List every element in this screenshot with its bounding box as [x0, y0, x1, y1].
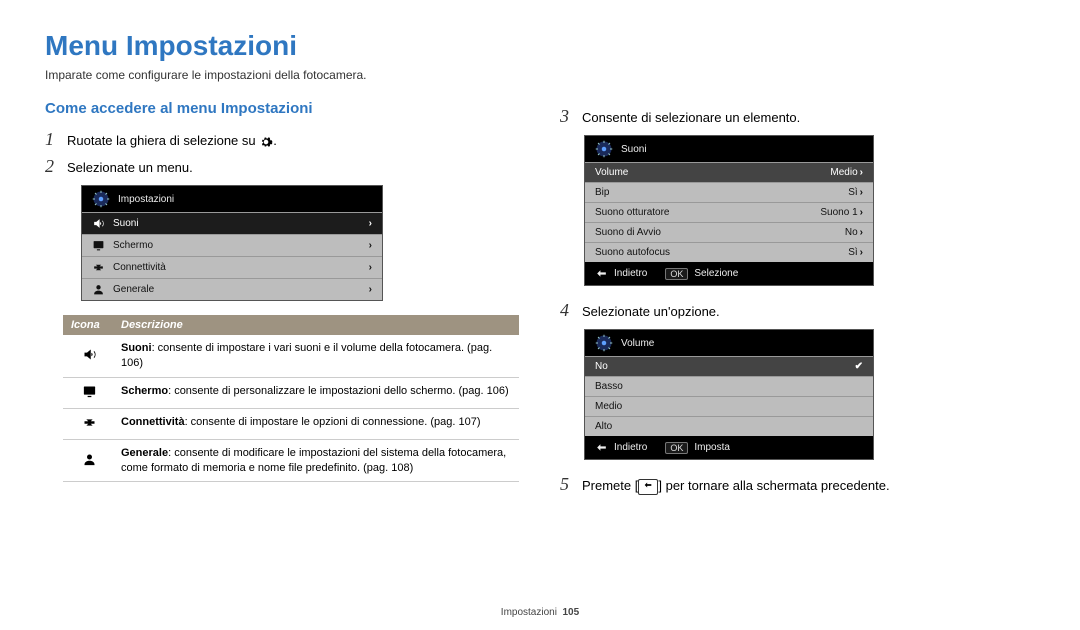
chevron-right-icon: ›: [860, 247, 863, 258]
mode-dial-icon: [595, 334, 613, 352]
connectivity-icon: [82, 415, 95, 428]
cam1-row-schermo: Schermo ›: [82, 234, 382, 256]
camera-screen-sounds: Suoni Volume Medio› Bip Sì› Suono ottura…: [584, 135, 874, 286]
cam1-row-generale: Generale ›: [82, 278, 382, 300]
icon-description-table: Icona Descrizione Suoni: consente di imp…: [63, 315, 519, 482]
back-icon: [595, 441, 608, 454]
page-intro: Imparate come configurare le impostazion…: [45, 68, 1035, 82]
cam3-row-alto: Alto: [585, 416, 873, 436]
cam2-row-avvio: Suono di Avvio No›: [585, 222, 873, 242]
cam2-title: Suoni: [621, 144, 647, 155]
mode-dial-icon: [595, 140, 613, 158]
step-1: 1 Ruotate la ghiera di selezione su .: [45, 129, 520, 150]
gear-icon: [259, 135, 273, 149]
step-4: 4 Selezionate un'opzione.: [560, 300, 1035, 321]
table-row: Generale: consente di modificare le impo…: [63, 439, 519, 482]
page-footer: Impostazioni 105: [0, 607, 1080, 618]
chevron-right-icon: ›: [369, 284, 372, 295]
th-descrizione: Descrizione: [113, 315, 519, 335]
screen-icon: [92, 239, 105, 252]
back-icon: [595, 267, 608, 280]
cam-ok: OKImposta: [665, 441, 730, 454]
table-row: Schermo: consente di personalizzare le i…: [63, 378, 519, 409]
cam-back: Indietro: [595, 267, 647, 280]
back-icon: [638, 479, 658, 495]
cam2-row-volume: Volume Medio›: [585, 162, 873, 182]
step-5: 5 Premete [] per tornare alla schermata …: [560, 474, 1035, 495]
mode-dial-icon: [92, 190, 110, 208]
chevron-right-icon: ›: [369, 218, 372, 229]
sound-icon: [82, 347, 95, 360]
chevron-right-icon: ›: [860, 227, 863, 238]
step-2: 2 Selezionate un menu.: [45, 156, 520, 177]
section-heading: Come accedere al menu Impostazioni: [45, 100, 520, 117]
table-row: Connettività: consente di impostare le o…: [63, 408, 519, 439]
chevron-right-icon: ›: [860, 187, 863, 198]
cam3-row-basso: Basso: [585, 376, 873, 396]
check-icon: ✔: [855, 361, 863, 372]
cam3-row-no: No ✔: [585, 356, 873, 376]
th-icona: Icona: [63, 315, 113, 335]
cam1-title: Impostazioni: [118, 194, 174, 205]
chevron-right-icon: ›: [369, 262, 372, 273]
cam3-title: Volume: [621, 338, 654, 349]
cam2-row-otturatore: Suono otturatore Suono 1›: [585, 202, 873, 222]
cam-ok: OKSelezione: [665, 267, 738, 280]
camera-screen-volume: Volume No ✔ Basso Medio Alto Indietro OK…: [584, 329, 874, 460]
chevron-right-icon: ›: [860, 167, 863, 178]
cam1-row-connettivita: Connettività ›: [82, 256, 382, 278]
connectivity-icon: [92, 261, 105, 274]
chevron-right-icon: ›: [860, 207, 863, 218]
camera-screen-settings: Impostazioni Suoni › Schermo › Connettiv…: [81, 185, 383, 301]
screen-icon: [82, 384, 95, 397]
cam1-row-suoni: Suoni ›: [82, 212, 382, 234]
chevron-right-icon: ›: [369, 240, 372, 251]
cam3-row-medio: Medio: [585, 396, 873, 416]
cam-back: Indietro: [595, 441, 647, 454]
step-3: 3 Consente di selezionare un elemento.: [560, 106, 1035, 127]
user-icon: [82, 452, 95, 465]
sound-icon: [92, 217, 105, 230]
user-icon: [92, 283, 105, 296]
table-row: Suoni: consente di impostare i vari suon…: [63, 335, 519, 377]
page-title: Menu Impostazioni: [45, 30, 1035, 62]
cam2-row-bip: Bip Sì›: [585, 182, 873, 202]
cam2-row-autofocus: Suono autofocus Sì›: [585, 242, 873, 262]
